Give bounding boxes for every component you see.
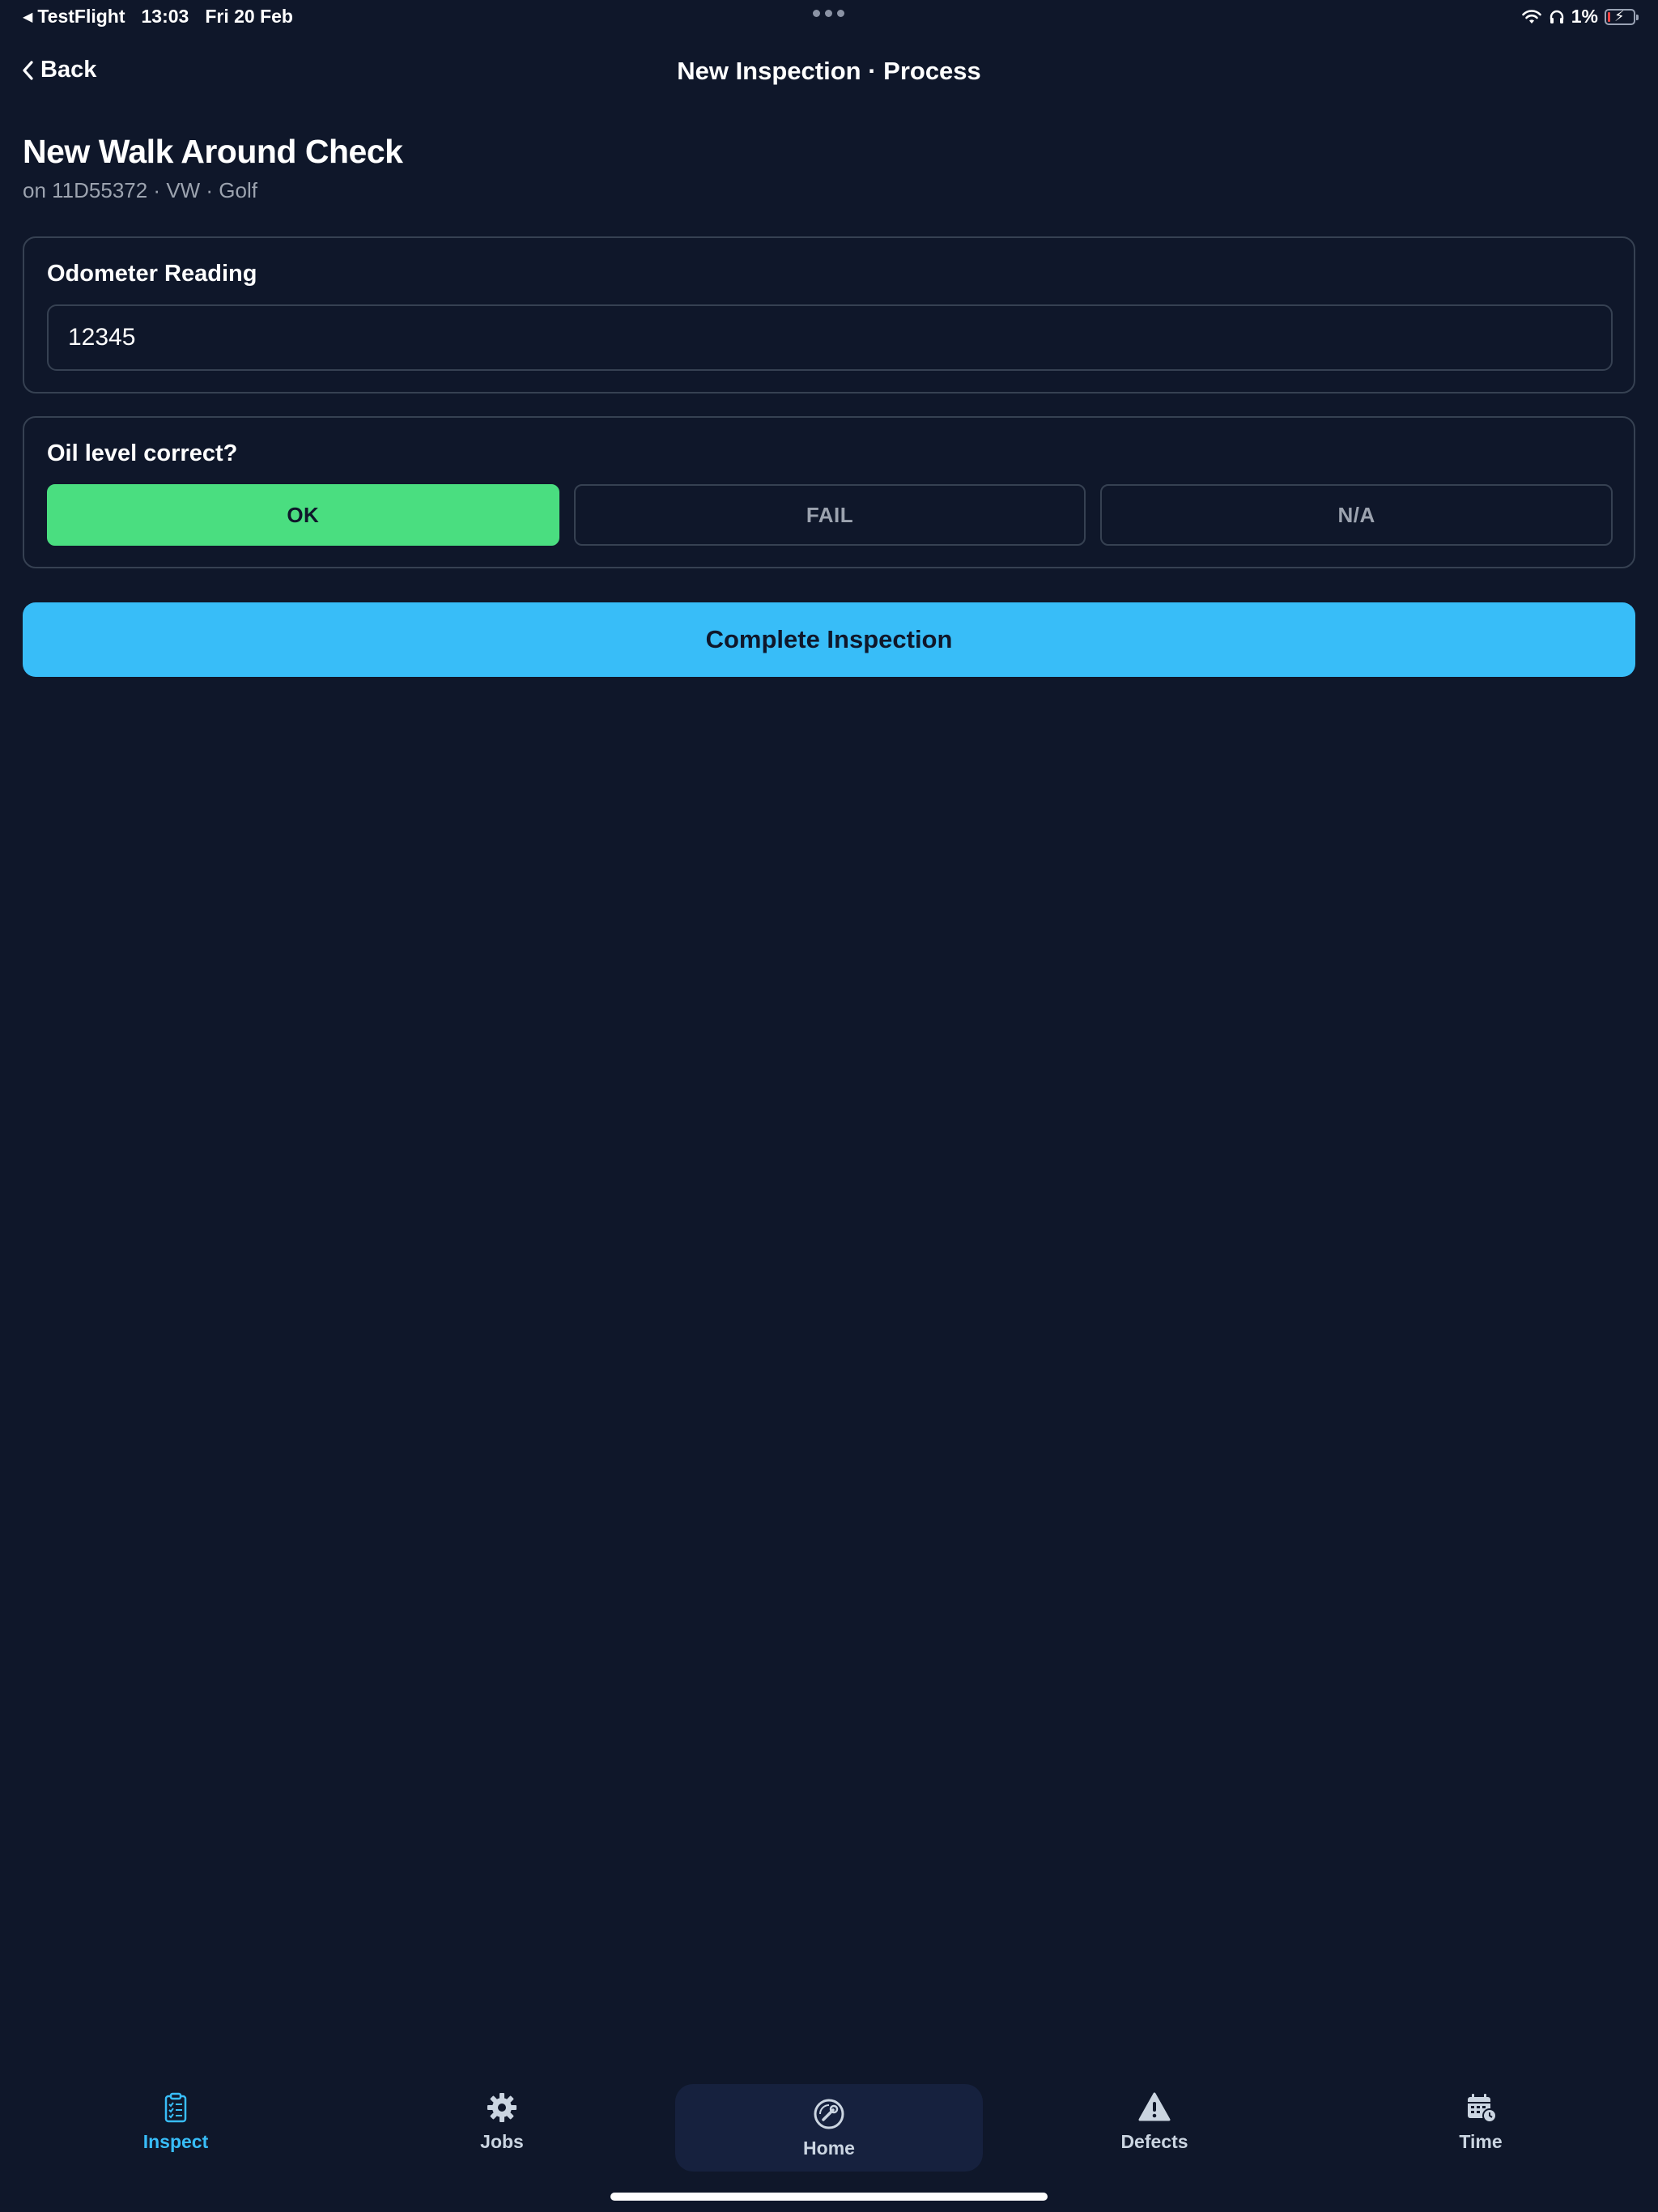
- ok-option-button[interactable]: OK: [47, 484, 559, 546]
- tab-time-label: Time: [1459, 2130, 1503, 2152]
- app-screen: ◀ TestFlight 13:03 Fri 20 Feb 1% ⚡ Back …: [0, 0, 1658, 2212]
- tab-defects[interactable]: Defects: [1057, 2073, 1252, 2170]
- wifi-icon: [1521, 9, 1541, 23]
- battery-percent: 1%: [1571, 6, 1598, 27]
- oil-level-label: Oil level correct?: [47, 440, 238, 466]
- status-right: 1% ⚡: [1521, 6, 1639, 28]
- tab-jobs[interactable]: Jobs: [405, 2073, 599, 2170]
- tab-time[interactable]: Time: [1384, 2073, 1578, 2170]
- back-to-app-label[interactable]: TestFlight: [37, 6, 125, 28]
- oil-level-card: Oil level correct? OK FAIL N/A: [23, 416, 1635, 568]
- battery-charging-icon: ⚡: [1605, 7, 1639, 25]
- status-left: ◀ TestFlight 13:03 Fri 20 Feb: [23, 6, 293, 28]
- tab-home[interactable]: Home: [675, 2084, 983, 2172]
- tab-defects-label: Defects: [1120, 2130, 1188, 2152]
- odometer-input[interactable]: [47, 304, 1613, 371]
- headphones-icon: [1550, 10, 1563, 23]
- status-bar: ◀ TestFlight 13:03 Fri 20 Feb 1% ⚡: [0, 0, 1658, 32]
- status-time: 13:03: [141, 6, 189, 27]
- calendar-clock-icon: [1468, 2093, 1497, 2123]
- tab-jobs-label: Jobs: [480, 2130, 524, 2152]
- charging-bolt-icon: ⚡: [1614, 7, 1625, 24]
- home-indicator[interactable]: [610, 2193, 1048, 2201]
- status-date: Fri 20 Feb: [205, 6, 293, 27]
- gear-icon: [487, 2092, 517, 2122]
- page-title: New Walk Around Check: [23, 133, 403, 170]
- na-option-button[interactable]: N/A: [1100, 484, 1613, 546]
- vehicle-subtitle: on 11D55372 · VW · Golf: [23, 178, 257, 202]
- battery-level: [1608, 11, 1610, 22]
- wrench-circle-icon: [814, 2099, 844, 2129]
- tab-inspect-label: Inspect: [142, 2130, 209, 2152]
- oil-level-options: OK FAIL N/A: [47, 484, 1613, 546]
- tab-home-label: Home: [803, 2137, 855, 2159]
- odometer-card: Odometer Reading: [23, 236, 1635, 393]
- clipboard-check-icon: [164, 2092, 187, 2122]
- fail-option-button[interactable]: FAIL: [573, 484, 1086, 546]
- tab-bar: Inspect Jobs Home Defects Time: [0, 2073, 1658, 2178]
- odometer-label: Odometer Reading: [47, 261, 257, 287]
- tab-inspect[interactable]: Inspect: [79, 2073, 273, 2170]
- warning-icon: [1138, 2092, 1171, 2121]
- multitasking-dots-icon[interactable]: [813, 10, 844, 17]
- back-to-app-icon[interactable]: ◀: [23, 9, 32, 25]
- nav-title: New Inspection · Process: [677, 57, 981, 85]
- complete-inspection-button[interactable]: Complete Inspection: [23, 602, 1635, 677]
